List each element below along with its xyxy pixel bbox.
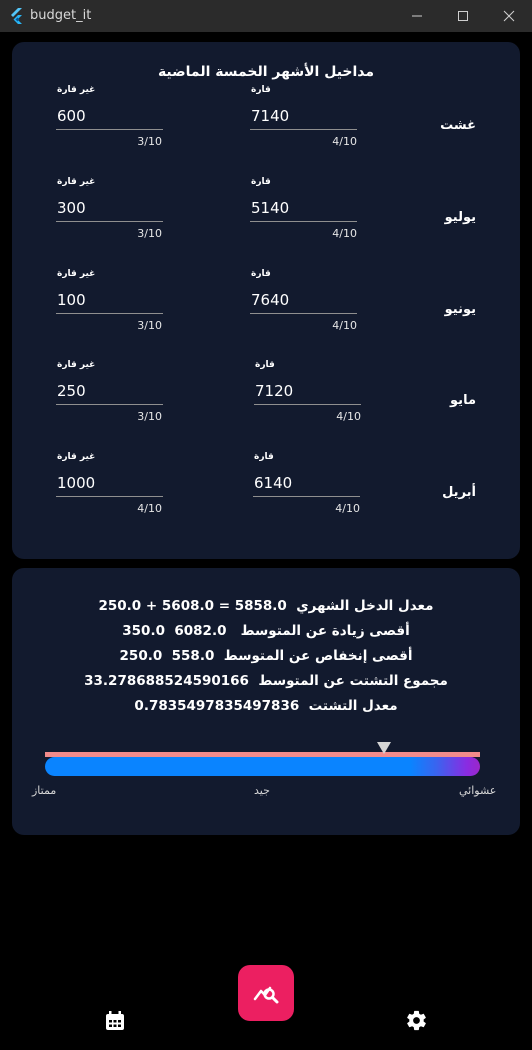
variable-income-count: 3/10 [137,319,162,332]
month-name: مايو [450,393,476,408]
variable-income-label: غير قارة [57,85,96,95]
variable-income-field[interactable]: 600 [57,107,86,125]
month-name: يونيو [444,302,476,317]
fixed-income-label: قارة [254,452,274,462]
history-title: مداخيل الأشهر الخمسة الماضية [157,64,375,80]
stat-max-increase: 350.0 6082.0 أقصى زيادة عن المتوسط [122,623,410,639]
variable-income-label: غير قارة [57,177,96,187]
month-name: غشت [440,118,476,133]
maximize-icon [458,11,468,21]
flutter-logo-icon [11,8,22,24]
fixed-income-field[interactable]: 6140 [254,474,292,492]
calendar-nav-button[interactable] [104,1010,126,1036]
gauge-bar [45,757,480,776]
variable-income-count: 3/10 [137,135,162,148]
maximize-button[interactable] [440,0,486,32]
fixed-income-field[interactable]: 7120 [255,382,293,400]
variable-income-count: 4/10 [137,502,162,515]
window-title: budget_it [30,8,92,23]
close-button[interactable] [486,0,532,32]
fixed-income-count: 4/10 [336,410,361,423]
stat-max-decrease: 250.0 558.0 أقصى إنخفاص عن المتوسط [119,648,413,664]
variable-income-count: 3/10 [137,227,162,240]
fixed-income-label: قارة [251,85,271,95]
minimize-button[interactable] [394,0,440,32]
stat-dispersion-rate: 0.7835497835497836 معدل التشتت [134,698,398,714]
variable-income-field[interactable]: 300 [57,199,86,217]
variable-income-underline [56,221,163,222]
fixed-income-field[interactable]: 7140 [251,107,289,125]
fixed-income-count: 4/10 [332,319,357,332]
month-name: يوليو [444,210,476,225]
calendar-icon [106,1011,124,1030]
stat-average-income: 250.0 + 5608.0 = 5858.0 معدل الدخل الشهر… [98,598,434,614]
scale-label-excellent: ممتاز [32,784,57,797]
fixed-income-count: 4/10 [335,502,360,515]
variable-income-underline [56,313,163,314]
fixed-income-underline [250,313,357,314]
fixed-income-field[interactable]: 7640 [251,291,289,309]
fixed-income-label: قارة [255,360,275,370]
variable-income-underline [56,496,163,497]
variable-income-field[interactable]: 250 [57,382,86,400]
close-icon [503,10,515,22]
window-titlebar: budget_it [0,0,532,32]
fixed-income-underline [250,221,357,222]
variable-income-label: غير قارة [57,269,96,279]
fixed-income-underline [250,129,357,130]
fixed-income-underline [254,404,361,405]
variable-income-field[interactable]: 100 [57,291,86,309]
variable-income-label: غير قارة [57,452,96,462]
settings-nav-button[interactable] [405,1009,428,1036]
fixed-income-count: 4/10 [332,227,357,240]
fixed-income-underline [253,496,360,497]
gear-icon [407,1010,426,1031]
scale-label-good: جيد [254,784,270,797]
variable-income-field[interactable]: 1000 [57,474,95,492]
minimize-icon [412,15,422,17]
scale-label-random: عشوائي [459,784,497,797]
stat-total-dispersion: 33.278688524590166 مجموع التشتت عن المتو… [84,673,448,689]
fixed-income-count: 4/10 [332,135,357,148]
variable-income-underline [56,404,163,405]
fixed-income-label: قارة [251,269,271,279]
fixed-income-field[interactable]: 5140 [251,199,289,217]
fixed-income-label: قارة [251,177,271,187]
analytics-fab-button[interactable] [238,965,294,1021]
analytics-search-icon [253,986,279,1004]
variable-income-count: 3/10 [137,410,162,423]
gauge-pointer-icon [377,742,391,754]
variable-income-underline [56,129,163,130]
month-name: أبريل [442,485,476,500]
variable-income-label: غير قارة [57,360,96,370]
